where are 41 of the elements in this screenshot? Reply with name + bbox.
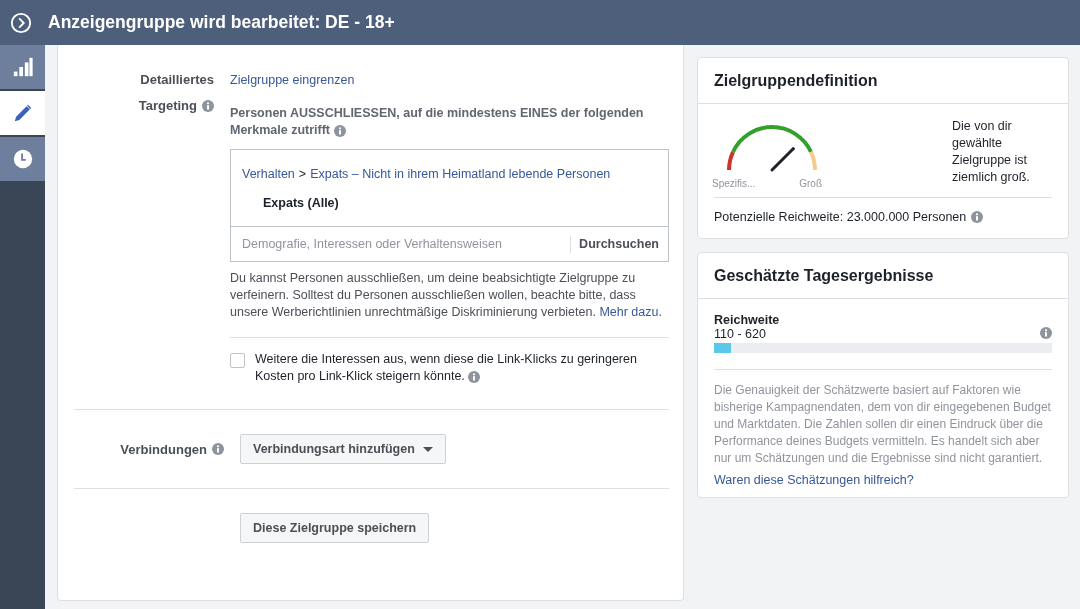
metric-label: Reichweite (714, 313, 781, 327)
potential-reach: Potenzielle Reichweite: 23.000.000 Personen (714, 210, 967, 224)
narrow-audience-link[interactable]: Zielgruppe eingrenzen (230, 72, 669, 89)
gauge-max-label: Groß (799, 178, 822, 189)
checkbox[interactable] (230, 353, 245, 368)
checkbox-label: Weitere die Interessen aus, wenn diese die Link-Klicks zu geringeren Kosten pro Link-Klick steigern könnte. (255, 351, 638, 385)
chart-tab[interactable] (0, 45, 45, 89)
field-label: Detailliertes (140, 72, 214, 88)
exclude-heading: Personen AUSSCHLIESSEN, auf die mindestens EINES der folgenden Merkmale zutrifft (230, 105, 645, 139)
info-icon[interactable] (971, 211, 984, 223)
disclaimer-text: Die Genauigkeit der Schätzwerte basiert auf Faktoren wie bisherige Kampagnendaten, dem von dir eingegebenen Budget und Marktdaten. Die Zahlen sollen dir einen Eindruck über die Performance deines Budgets vermitteln. Es handelt sich aber nur um Schätzungen und die Ergebnisse sind nicht garantiert. (714, 382, 1052, 467)
audience-description: Die von dir gewählte Zielgruppe ist ziemlich groß. (952, 118, 1031, 186)
caret-icon (422, 446, 433, 452)
save-audience-button[interactable]: Diese Zielgruppe speichern (240, 513, 430, 543)
feedback-link[interactable]: Waren diese Schätzungen hilfreich? (714, 473, 914, 487)
reach-range: 110 - 620 (714, 327, 766, 341)
selected-item: Expats (Alle) (262, 195, 340, 212)
breadcrumb-separator: > (298, 166, 307, 183)
breadcrumb-link[interactable]: Verhalten (242, 166, 295, 183)
gauge-needle (770, 147, 795, 172)
clock-tab[interactable] (0, 137, 45, 181)
card-title: Zielgruppendefinition (698, 58, 1068, 104)
edit-tab[interactable] (0, 91, 45, 135)
expand-icon[interactable] (10, 11, 32, 34)
learn-more-link[interactable]: Mehr dazu. (599, 305, 662, 319)
info-icon[interactable] (468, 370, 481, 383)
signal-bars-icon (11, 56, 34, 78)
info-icon[interactable] (333, 124, 346, 137)
gauge-min-label: Spezifis... (712, 178, 756, 189)
info-icon[interactable] (202, 100, 214, 112)
field-label: Verbindungen (120, 441, 207, 457)
info-icon[interactable] (212, 443, 224, 455)
clock-icon (11, 148, 34, 170)
card-title: Geschätzte Tagesergebnisse (698, 253, 1068, 299)
connection-type-dropdown[interactable]: Verbindungsart hinzufügen (240, 434, 446, 464)
browse-button[interactable]: Durchsuchen (570, 235, 659, 253)
breadcrumb-link[interactable]: Expats – Nicht in ihrem Heimatland lebende Personen (310, 166, 611, 183)
field-label: Targeting (138, 98, 197, 114)
page-title: Anzeigengruppe wird bearbeitet: DE - 18+ (48, 12, 395, 33)
exclusion-note: Du kannst Personen ausschließen, um deine beabsichtigte Zielgruppe zu verfeinern. Solltest du Personen ausschließen wollen, beachte bitte, dass unsere Werberichtlinien unrechtmäßige Diskriminierung verbieten. Mehr dazu. (230, 270, 663, 321)
info-icon[interactable] (1040, 327, 1052, 339)
